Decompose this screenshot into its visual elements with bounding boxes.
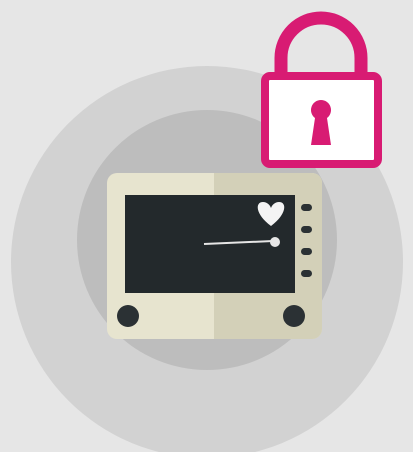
monitor-side-button [301,270,312,277]
monitor-knob-right [283,305,305,327]
pulse-trace-dot [270,237,280,247]
monitor-knob-left [117,305,139,327]
monitor-side-button [301,226,312,233]
heart-monitor-lock-illustration [0,0,413,452]
heart-monitor-icon [107,173,322,339]
illustration-canvas [0,0,413,452]
monitor-side-button [301,248,312,255]
monitor-side-button [301,204,312,211]
